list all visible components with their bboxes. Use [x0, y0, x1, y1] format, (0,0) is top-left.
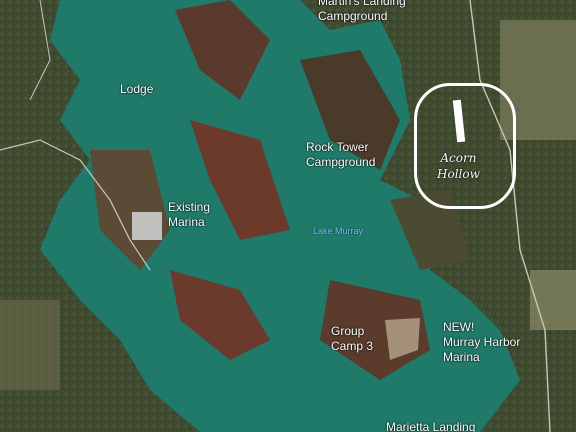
- map-imagery: [0, 0, 576, 432]
- group-camp-label[interactable]: Group Camp 3: [331, 324, 373, 354]
- satellite-map[interactable]: Martin's Landing Campground Lodge Rock T…: [0, 0, 576, 432]
- marietta-landing-label[interactable]: Marietta Landing: [386, 420, 475, 432]
- field-southeast: [530, 270, 576, 330]
- lake-murray-label: Lake Murray: [313, 226, 364, 236]
- rock-tower-label[interactable]: Rock Tower Campground: [306, 140, 375, 170]
- lodge-label[interactable]: Lodge: [120, 82, 153, 97]
- field-southwest: [0, 300, 60, 390]
- acorn-hollow-label[interactable]: Acorn Hollow: [437, 150, 480, 182]
- murray-harbor-label[interactable]: NEW! Murray Harbor Marina: [443, 320, 520, 365]
- marina-docks: [132, 212, 162, 240]
- martins-landing-label[interactable]: Martin's Landing Campground: [318, 0, 406, 24]
- acorn-hollow-outline: [414, 83, 516, 209]
- existing-marina-label[interactable]: Existing Marina: [168, 200, 210, 230]
